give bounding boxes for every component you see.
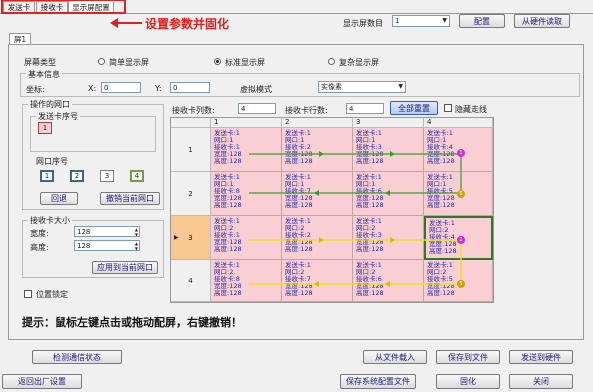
cols-label: 接收卡列数: xyxy=(172,106,215,115)
radio-simple-label: 简单显示屏 xyxy=(109,58,149,67)
route-end-badge-icon: S xyxy=(457,190,465,198)
x-label: X: xyxy=(88,84,97,93)
screen-count-label: 显示屏数目 xyxy=(343,19,383,28)
factory-reset-button[interactable]: 返回出厂设置 xyxy=(2,374,82,389)
route-start-badge-icon: 1 xyxy=(457,149,465,157)
lock-position-label: 位置锁定 xyxy=(36,290,68,299)
screen-count-value: 1 xyxy=(395,17,400,25)
config-button[interactable]: 配置 xyxy=(459,14,505,28)
port-1-box[interactable]: 1 xyxy=(40,170,54,182)
radio-complex[interactable] xyxy=(328,58,335,65)
hint-text: 提示：鼠标左键点击或拖动配屏，右键撤销！ xyxy=(22,316,242,329)
tab-highlight-box xyxy=(1,0,126,14)
screen-type-label: 屏幕类型 xyxy=(24,58,56,67)
port-title: 网口序号 xyxy=(36,157,68,166)
virtual-mode-label: 虚拟模式 xyxy=(240,85,272,94)
port-3-box[interactable]: 3 xyxy=(100,170,114,182)
chevron-down-icon: ▼ xyxy=(442,17,447,24)
save-system-config-button[interactable]: 保存系统配置文件 xyxy=(340,374,416,389)
basic-info-title: 基本信息 xyxy=(26,69,62,80)
send-hardware-button[interactable]: 发送到硬件 xyxy=(509,350,573,364)
read-hardware-button[interactable]: 从硬件读取 xyxy=(514,14,570,28)
spin-arrows-icon[interactable]: ▲ ▼ xyxy=(135,227,138,237)
sender-title: 发送卡序号 xyxy=(36,111,80,122)
route-start-badge-icon: 2 xyxy=(457,236,465,244)
rows-input[interactable]: 4 xyxy=(346,103,384,114)
rows-label: 接收卡行数: xyxy=(285,106,328,115)
hide-route-checkbox[interactable] xyxy=(444,104,452,112)
width-label: 宽度: xyxy=(30,229,49,238)
solidify-button[interactable]: 固化 xyxy=(436,374,500,389)
annotation-arrow-icon xyxy=(110,18,142,28)
route-lines xyxy=(249,151,462,287)
sender-number-box[interactable]: 1 xyxy=(38,122,52,134)
y-label: Y: xyxy=(155,84,162,93)
load-file-button[interactable]: 从文件载入 xyxy=(363,350,427,364)
cols-input[interactable]: 4 xyxy=(238,103,276,114)
radio-standard[interactable] xyxy=(214,58,221,65)
reset-all-button[interactable]: 全部重置 xyxy=(390,101,438,115)
port-2-box[interactable]: 2 xyxy=(70,170,84,182)
height-value: 128 xyxy=(77,241,91,250)
radio-standard-label: 标准显示屏 xyxy=(225,58,265,67)
chevron-down-icon: ▼ xyxy=(398,83,403,90)
radio-complex-label: 复杂显示屏 xyxy=(339,58,379,67)
apply-port-button[interactable]: 应用到当前网口 xyxy=(92,261,158,274)
receiver-grid[interactable]: 1 2 3 4 1 2 3 4 ▶ 发送卡:1 网口:1 接收卡:1 宽度:128 高度… xyxy=(170,117,494,303)
route-end-badge-icon: S xyxy=(457,280,465,288)
virtual-mode-value: 实像素 xyxy=(321,83,342,91)
virtual-mode-select[interactable]: 实像素 ▼ xyxy=(318,81,406,93)
port-4-box[interactable]: 4 xyxy=(130,170,144,182)
coord-label: 坐标: xyxy=(26,85,45,94)
detect-comm-button[interactable]: 检测通信状态 xyxy=(32,350,122,364)
height-spinbox[interactable]: 128 ▲ ▼ xyxy=(74,240,140,251)
height-label: 高度: xyxy=(30,243,49,252)
radio-simple[interactable] xyxy=(98,58,105,65)
annotation-text: 设置参数并固化 xyxy=(145,17,230,31)
receiver-size-title: 接收卡大小 xyxy=(28,215,72,226)
y-input[interactable]: 0 xyxy=(170,82,210,93)
lock-position-checkbox[interactable] xyxy=(24,290,32,298)
back-button[interactable]: 回退 xyxy=(40,192,78,205)
width-spinbox[interactable]: 128 ▲ ▼ xyxy=(74,226,140,237)
operation-port-title: 操作的网口 xyxy=(28,99,72,110)
save-file-button[interactable]: 保存到文件 xyxy=(436,350,500,364)
screen-count-select[interactable]: 1 ▼ xyxy=(392,15,450,27)
close-button[interactable]: 关闭 xyxy=(509,374,573,389)
hide-route-label: 隐藏走线 xyxy=(455,105,487,114)
cancel-port-button[interactable]: 撤销当前网口 xyxy=(100,192,160,205)
x-input[interactable]: 0 xyxy=(101,82,141,93)
width-value: 128 xyxy=(77,227,91,236)
spin-arrows-icon[interactable]: ▲ ▼ xyxy=(135,241,138,251)
